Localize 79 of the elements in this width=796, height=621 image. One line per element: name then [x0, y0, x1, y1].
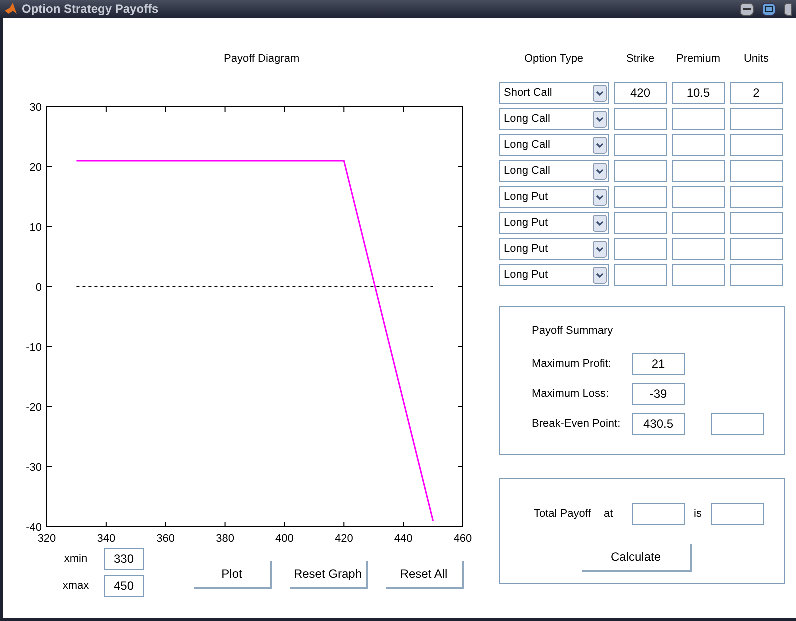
y-tick-label: -10 — [26, 342, 42, 354]
column-header: Strike — [625, 52, 656, 67]
input-field[interactable]: 330 — [104, 548, 144, 570]
option-type-dropdown[interactable]: Long Call — [499, 134, 609, 156]
option-type-dropdown[interactable]: Long Put — [499, 186, 609, 208]
input-field[interactable]: -39 — [632, 383, 685, 405]
input-field[interactable] — [614, 264, 667, 286]
x-tick-label: 460 — [454, 533, 472, 545]
input-field[interactable]: 450 — [104, 575, 144, 597]
y-tick-label: 20 — [30, 162, 42, 174]
y-tick-label: 10 — [30, 222, 42, 234]
input-field[interactable] — [730, 186, 783, 208]
input-field[interactable] — [672, 212, 725, 234]
input-field[interactable] — [672, 238, 725, 260]
chart-title: Payoff Diagram — [224, 52, 300, 67]
input-field[interactable] — [614, 238, 667, 260]
maximize-button[interactable] — [762, 2, 776, 16]
input-field[interactable] — [614, 108, 667, 130]
x-tick-label: 320 — [38, 533, 56, 545]
is-label: is — [693, 506, 703, 522]
push-button[interactable]: Reset Graph — [290, 561, 368, 589]
summary-label: Maximum Loss: — [532, 386, 610, 402]
x-tick-label: 400 — [276, 533, 294, 545]
option-type-dropdown[interactable]: Long Call — [499, 160, 609, 182]
input-field[interactable] — [730, 134, 783, 156]
option-type-dropdown[interactable]: Long Put — [499, 264, 609, 286]
y-tick-label: -30 — [26, 462, 42, 474]
input-field[interactable] — [730, 264, 783, 286]
column-header: Option Type — [523, 52, 585, 67]
x-tick-label: 380 — [216, 533, 234, 545]
input-field[interactable] — [672, 186, 725, 208]
option-type-dropdown[interactable]: Short Call — [499, 82, 609, 104]
input-field[interactable] — [711, 413, 764, 435]
x-tick-label: 440 — [394, 533, 413, 545]
range-label: xmin — [63, 552, 89, 567]
y-tick-label: 30 — [30, 102, 42, 114]
y-tick-label: -20 — [26, 402, 42, 414]
at-label: at — [604, 506, 614, 522]
input-field[interactable] — [672, 160, 725, 182]
x-tick-label: 340 — [97, 533, 116, 545]
column-header: Units — [742, 52, 770, 67]
app-logo-icon — [4, 2, 18, 16]
option-type-dropdown[interactable]: Long Call — [499, 108, 609, 130]
input-field[interactable] — [730, 108, 783, 130]
input-field[interactable] — [672, 264, 725, 286]
input-field[interactable]: 21 — [632, 353, 685, 375]
input-field[interactable] — [614, 160, 667, 182]
total-payoff-label: Total Payoff — [534, 506, 592, 522]
column-header: Premium — [675, 52, 722, 67]
input-field[interactable] — [614, 212, 667, 234]
input-field[interactable] — [672, 134, 725, 156]
push-button[interactable]: Reset All — [386, 561, 464, 589]
close-button[interactable] — [784, 2, 792, 16]
input-field[interactable] — [730, 212, 783, 234]
x-tick-label: 420 — [334, 533, 354, 545]
input-field[interactable]: 420 — [614, 82, 667, 104]
option-type-dropdown[interactable]: Long Put — [499, 238, 609, 260]
input-field[interactable] — [614, 186, 667, 208]
input-field[interactable] — [711, 503, 764, 525]
push-button[interactable]: Plot — [194, 561, 272, 589]
panel-title: Payoff Summary — [532, 324, 614, 339]
x-tick-label: 360 — [156, 533, 176, 545]
input-field[interactable] — [730, 238, 783, 260]
window-title: Option Strategy Payoffs — [22, 1, 159, 18]
y-tick-label: -40 — [26, 522, 42, 534]
option-type-dropdown[interactable]: Long Put — [499, 212, 609, 234]
input-field[interactable] — [632, 503, 685, 525]
input-field[interactable] — [672, 108, 725, 130]
summary-label: Break-Even Point: — [532, 416, 622, 432]
input-field[interactable] — [730, 160, 783, 182]
minimize-button[interactable] — [740, 2, 754, 16]
input-field[interactable] — [614, 134, 667, 156]
y-tick-label: 0 — [36, 282, 42, 294]
input-field[interactable]: 430.5 — [632, 413, 685, 435]
input-field[interactable]: 10.5 — [672, 82, 725, 104]
push-button[interactable]: Calculate — [582, 544, 692, 572]
summary-label: Maximum Profit: — [532, 356, 612, 372]
input-field[interactable]: 2 — [730, 82, 783, 104]
range-label: xmax — [62, 578, 90, 594]
